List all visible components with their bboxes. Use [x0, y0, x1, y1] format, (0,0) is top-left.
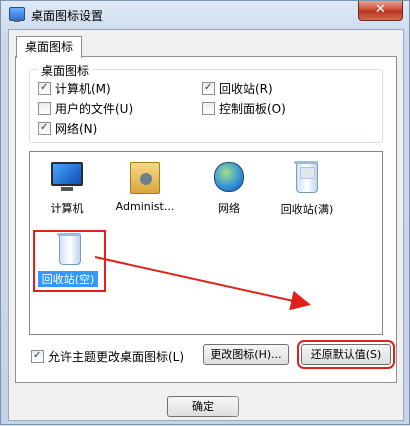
title-bar[interactable]: 桌面图标设置 ✕ [1, 1, 409, 27]
checkbox-box[interactable] [38, 122, 51, 135]
list-item-recycle-bin-full[interactable]: 回收站(满) [270, 160, 344, 217]
list-item-label: 回收站(满) [280, 203, 334, 216]
list-item-recycle-bin-empty[interactable]: 回收站(空) [33, 230, 106, 292]
checkbox-network[interactable]: 网络(N) [38, 120, 97, 137]
blurred-region [225, 390, 403, 420]
checkbox-control-panel[interactable]: 控制面板(O) [202, 100, 286, 117]
recycle-bin-full-icon [290, 161, 324, 197]
close-button[interactable]: ✕ [358, 1, 403, 21]
user-folder-icon [128, 162, 162, 196]
monitor-icon [9, 7, 25, 22]
list-item-network[interactable]: 网络 [192, 160, 266, 216]
checkbox-label: 用户的文件(U) [55, 102, 134, 116]
checkbox-label: 计算机(M) [55, 82, 111, 96]
checkbox-box[interactable] [202, 102, 215, 115]
list-item-label: 网络 [218, 202, 240, 215]
desktop-icon-settings-window: 桌面图标设置 ✕ 桌面图标 桌面图标 计算机(M) 回收站(R) 用户的文件(U… [0, 0, 410, 425]
window-title: 桌面图标设置 [31, 9, 104, 23]
list-item-label: 回收站(空) [38, 271, 98, 287]
tab-desktop-icons[interactable]: 桌面图标 [16, 36, 82, 58]
dialog-body: 桌面图标 桌面图标 计算机(M) 回收站(R) 用户的文件(U) [8, 29, 404, 421]
checkbox-computer[interactable]: 计算机(M) [38, 80, 111, 97]
checkbox-label: 网络(N) [55, 122, 98, 136]
checkbox-label: 允许主题更改桌面图标(L) [48, 350, 185, 364]
checkbox-box[interactable] [202, 82, 215, 95]
checkbox-box[interactable] [38, 102, 51, 115]
checkbox-box[interactable] [38, 82, 51, 95]
checkbox-recycle-bin[interactable]: 回收站(R) [202, 80, 273, 97]
checkbox-allow-theme[interactable]: 允许主题更改桌面图标(L) [31, 348, 184, 365]
list-item-administrator[interactable]: Administ... [108, 160, 182, 213]
checkbox-label: 控制面板(O) [219, 102, 286, 116]
change-icon-button[interactable]: 更改图标(H)... [203, 344, 289, 365]
list-item-label: Administ... [115, 200, 175, 213]
network-icon [212, 162, 246, 196]
list-item-label: 计算机 [50, 202, 84, 215]
recycle-bin-empty-icon [53, 233, 87, 269]
checkbox-user-files[interactable]: 用户的文件(U) [38, 100, 133, 117]
checkbox-label: 回收站(R) [219, 82, 273, 96]
checkbox-box[interactable] [31, 350, 44, 363]
restore-default-button[interactable]: 还原默认值(S) [297, 340, 395, 369]
tab-panel: 桌面图标 计算机(M) 回收站(R) 用户的文件(U) 控制面板(O) [15, 56, 397, 383]
group-label: 桌面图标 [38, 62, 93, 79]
list-item-computer[interactable]: 计算机 [30, 160, 104, 216]
desktop-icons-group: 桌面图标 计算机(M) 回收站(R) 用户的文件(U) 控制面板(O) [29, 62, 383, 143]
computer-icon [50, 162, 84, 196]
icon-list[interactable]: 计算机 Administ... 网络 回收站(满) 回收站(空) [29, 151, 383, 335]
